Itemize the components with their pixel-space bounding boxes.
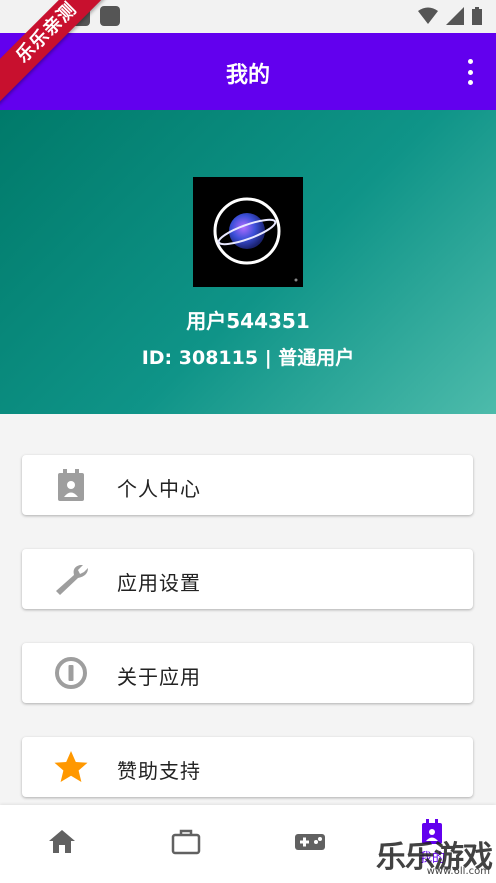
system-icons	[418, 7, 482, 25]
notification-icon	[100, 6, 120, 26]
menu-item-app-settings[interactable]: 应用设置	[22, 549, 473, 609]
menu-label: 赞助支持	[117, 759, 201, 783]
wrench-icon	[52, 561, 90, 597]
menu-label: 应用设置	[117, 571, 201, 595]
gamepad-icon	[295, 834, 325, 850]
nav-games[interactable]	[280, 827, 340, 867]
menu-label: 关于应用	[117, 665, 201, 689]
wifi-icon	[418, 7, 438, 24]
app-bar: 我的	[0, 33, 496, 110]
star-icon	[52, 749, 90, 785]
page-title: 我的	[225, 63, 270, 88]
more-options-icon[interactable]	[464, 59, 476, 85]
signal-icon	[446, 7, 464, 25]
user-id-role: ID: 308115 | 普通用户	[141, 347, 355, 369]
menu-item-sponsor[interactable]: 赞助支持	[22, 737, 473, 797]
nav-work[interactable]	[156, 827, 216, 867]
battery-icon	[472, 7, 482, 25]
profile-header: 用户544351 ID: 308115 | 普通用户	[0, 110, 496, 414]
home-icon	[49, 830, 75, 853]
avatar[interactable]	[193, 177, 303, 287]
profile-card-icon	[52, 467, 90, 503]
watermark-url: www.6ll.com	[426, 866, 490, 877]
username: 用户544351	[186, 309, 310, 333]
briefcase-icon	[171, 829, 201, 855]
planet-logo-icon	[193, 177, 303, 287]
menu-item-about[interactable]: 关于应用	[22, 643, 473, 703]
menu-label: 个人中心	[117, 477, 201, 501]
menu-item-personal-center[interactable]: 个人中心	[22, 455, 473, 515]
nav-home[interactable]	[32, 827, 92, 867]
info-icon	[52, 655, 90, 691]
